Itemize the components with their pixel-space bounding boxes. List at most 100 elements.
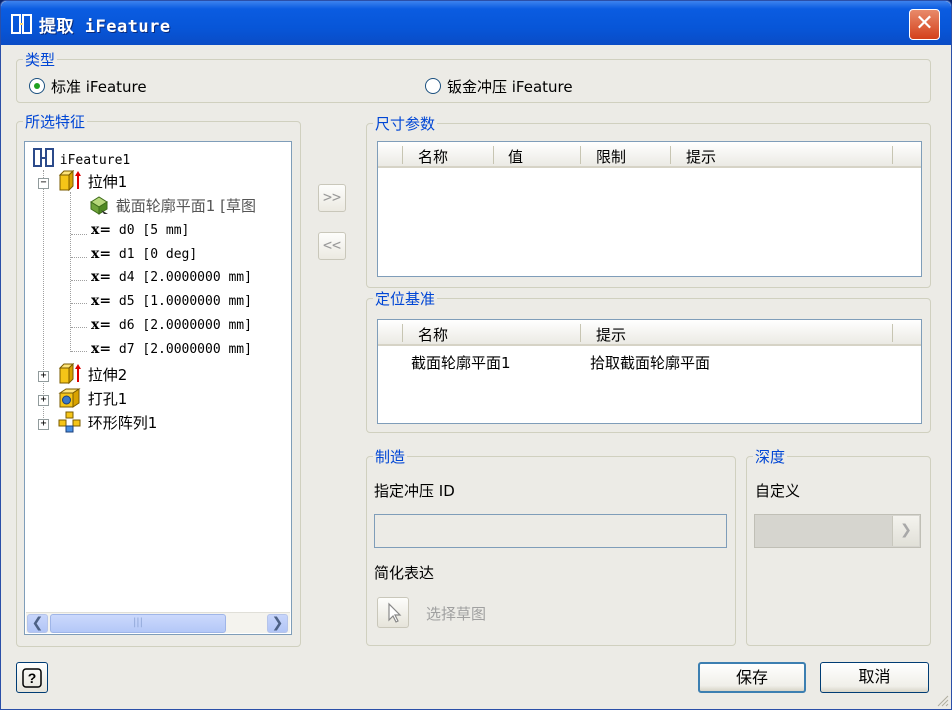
tree-node-param-d6[interactable]: x= d6 [2.0000000 mm] — [91, 317, 252, 333]
select-sketch-label: 选择草图 — [426, 605, 487, 623]
tree-node-label: d5 [1.0000000 mm] — [118, 294, 252, 309]
scroll-right-button[interactable]: ❯ — [267, 614, 288, 633]
tree-node-label: 打孔1 — [87, 390, 128, 408]
parameter-icon: x= — [91, 269, 112, 285]
tree-node-param-d0[interactable]: x= d0 [5 mm] — [91, 222, 189, 238]
tree-line — [43, 170, 44, 426]
help-button[interactable]: ? — [16, 662, 48, 693]
table-header: 名称 值 限制 提示 — [378, 142, 921, 168]
chevron-right-icon: ❯ — [271, 615, 284, 631]
scroll-grip-icon: ||| — [132, 617, 144, 628]
tree-line — [71, 257, 87, 258]
row-hint: 拾取截面轮廓平面 — [590, 354, 711, 372]
simplified-representation-label: 简化表达 — [374, 564, 435, 582]
tree-line — [70, 192, 71, 352]
column-header-name[interactable]: 名称 — [418, 146, 448, 167]
column-header-limit[interactable]: 限制 — [596, 146, 626, 167]
tree-node-hole1[interactable]: 打孔1 — [57, 387, 127, 409]
tree-node-extrude2[interactable]: 拉伸2 — [57, 362, 128, 385]
close-button[interactable]: ✕ — [909, 9, 940, 40]
tree-node-param-d1[interactable]: x= d1 [0 deg] — [91, 246, 197, 262]
tree-node-param-d4[interactable]: x= d4 [2.0000000 mm] — [91, 269, 252, 285]
tree-node-label: d1 [0 deg] — [118, 247, 198, 262]
features-legend: 所选特征 — [23, 111, 88, 132]
tree-node-param-d5[interactable]: x= d5 [1.0000000 mm] — [91, 293, 252, 309]
select-sketch-button[interactable] — [377, 597, 409, 628]
column-header-value[interactable]: 值 — [508, 146, 523, 167]
column-separator — [892, 324, 893, 342]
add-button[interactable]: >> — [318, 184, 346, 212]
radio-sheetmetal-button[interactable] — [425, 78, 441, 94]
title-bar[interactable]: 提取 iFeature ✕ — [1, 1, 951, 45]
parameter-icon: x= — [91, 293, 112, 309]
parameter-icon: x= — [91, 222, 112, 238]
tree-root[interactable]: iFeature1 — [33, 148, 130, 168]
parameter-icon: x= — [91, 341, 112, 357]
table-row[interactable]: 截面轮廓平面1 拾取截面轮廓平面 — [378, 352, 921, 374]
collapse-toggle[interactable]: − — [38, 178, 49, 189]
chevron-left-icon: ❮ — [31, 615, 44, 631]
save-button[interactable]: 保存 — [698, 662, 806, 693]
table-header: 名称 提示 — [378, 320, 921, 346]
column-separator — [493, 146, 494, 164]
parameter-icon: x= — [91, 246, 112, 262]
tree-node-label: d6 [2.0000000 mm] — [118, 318, 252, 333]
position-basis-table[interactable]: 名称 提示 截面轮廓平面1 拾取截面轮廓平面 — [377, 319, 922, 424]
column-header-hint[interactable]: 提示 — [686, 146, 716, 167]
expand-toggle[interactable]: + — [38, 419, 49, 430]
tree-node-label: 拉伸1 — [87, 173, 128, 191]
column-separator — [580, 324, 581, 342]
column-header-name[interactable]: 名称 — [418, 324, 448, 345]
tree-node-label: 环形阵列1 — [87, 414, 158, 432]
position-basis-legend: 定位基准 — [373, 288, 438, 309]
ifeature-root-icon — [33, 148, 54, 167]
cancel-button[interactable]: 取消 — [820, 662, 929, 693]
tree-line — [71, 280, 87, 281]
tree-node-circular-pattern1[interactable]: 环形阵列1 — [57, 411, 157, 433]
tree-node-label: 拉伸2 — [87, 366, 128, 384]
tree-node-param-d7[interactable]: x= d7 [2.0000000 mm] — [91, 341, 252, 357]
expand-toggle[interactable]: + — [38, 371, 49, 382]
hole-icon — [58, 388, 81, 408]
tree-node-extrude1[interactable]: 拉伸1 — [57, 169, 128, 192]
tree-root-label: iFeature1 — [59, 153, 131, 168]
scroll-left-button[interactable]: ❮ — [27, 614, 48, 633]
feature-tree[interactable]: iFeature1 − 拉伸1 截面轮廓平面1 [草图 x= d0 [5 mm]… — [24, 141, 292, 635]
size-params-legend: 尺寸参数 — [373, 113, 438, 134]
resize-grip-icon[interactable] — [935, 693, 949, 707]
parameter-icon: x= — [91, 317, 112, 333]
tree-node-label: 截面轮廓平面1 [草图 — [115, 197, 256, 215]
window-title: 提取 iFeature — [39, 17, 171, 37]
scroll-thumb[interactable]: ||| — [50, 614, 226, 633]
depth-dropdown-button[interactable]: ❯ — [892, 516, 919, 546]
tree-line — [71, 351, 87, 352]
depth-label: 自定义 — [755, 482, 801, 500]
size-params-table[interactable]: 名称 值 限制 提示 — [377, 141, 922, 277]
tree-node-label: d7 [2.0000000 mm] — [118, 342, 252, 357]
row-name: 截面轮廓平面1 — [411, 354, 511, 372]
punch-id-field[interactable] — [374, 514, 727, 548]
sketch-plane-icon — [90, 196, 108, 215]
extrude-icon — [58, 169, 81, 192]
double-chevron-right-icon: >> — [322, 188, 342, 206]
depth-combobox[interactable]: ❯ — [754, 514, 921, 548]
ifeature-dialog: 提取 iFeature ✕ 类型 标准 iFeature 钣金冲压 iFeatu… — [0, 0, 952, 710]
radio-sheetmetal-label: 钣金冲压 iFeature — [447, 78, 573, 96]
depth-legend: 深度 — [753, 446, 788, 467]
column-separator — [580, 146, 581, 164]
remove-button[interactable]: << — [318, 232, 346, 260]
tree-node-sketch-plane[interactable]: 截面轮廓平面1 [草图 — [87, 194, 256, 216]
ifeature-icon — [11, 14, 32, 34]
tree-line — [71, 327, 87, 328]
column-header-hint[interactable]: 提示 — [596, 324, 626, 345]
cursor-arrow-icon — [388, 602, 402, 623]
extrude-icon — [58, 362, 81, 385]
expand-toggle[interactable]: + — [38, 395, 49, 406]
tree-line — [71, 234, 87, 235]
radio-standard-button[interactable] — [29, 78, 45, 94]
tree-horizontal-scrollbar[interactable]: ❮ ||| ❯ — [26, 612, 290, 633]
tree-line — [71, 303, 87, 304]
help-icon: ? — [22, 668, 42, 688]
column-separator — [892, 146, 893, 164]
tree-node-label: d4 [2.0000000 mm] — [118, 270, 252, 285]
